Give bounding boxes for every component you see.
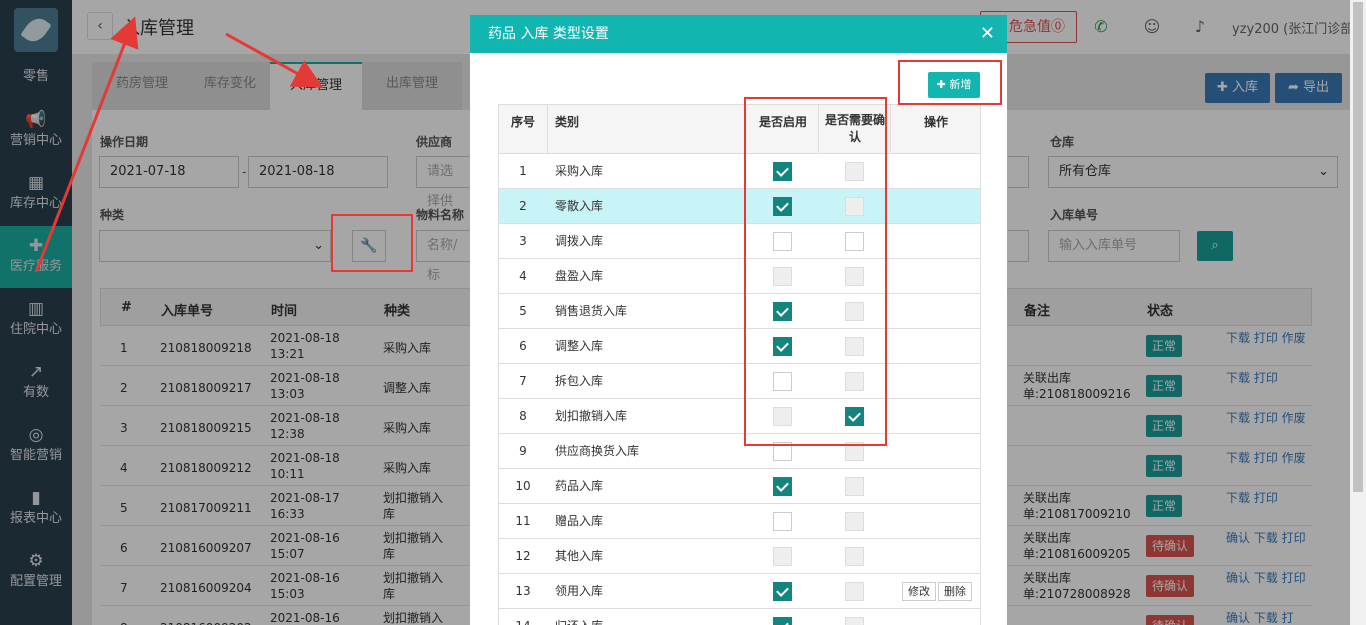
arrow-to-title xyxy=(34,16,139,273)
annotation-arrows xyxy=(34,16,324,273)
arrow-to-tab xyxy=(225,32,324,88)
